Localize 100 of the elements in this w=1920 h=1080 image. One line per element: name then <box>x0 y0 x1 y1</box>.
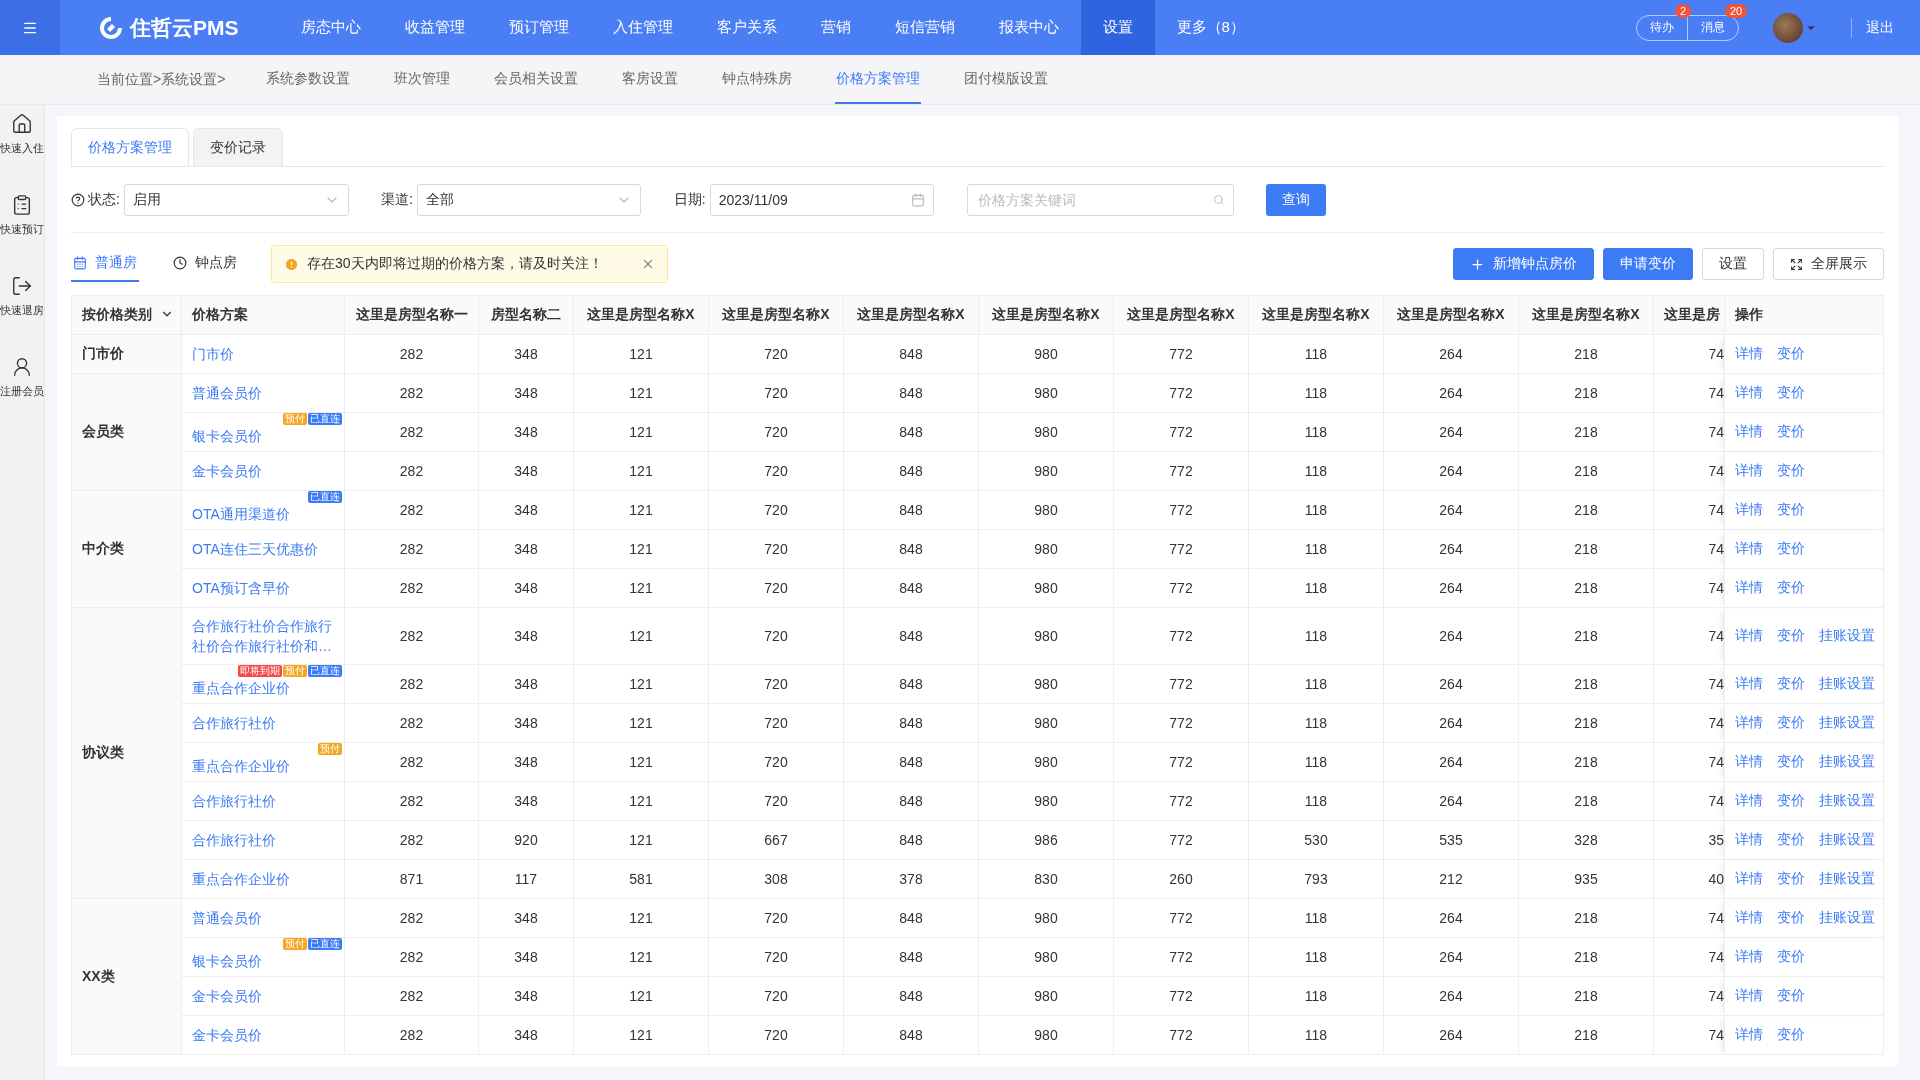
page-tab[interactable]: 变价记录 <box>193 128 283 166</box>
action-button[interactable]: 全屏展示 <box>1773 248 1884 280</box>
sidebar-item[interactable]: 快速预订 <box>0 194 44 237</box>
nav-item[interactable]: 收益管理 <box>382 0 487 55</box>
plan-link[interactable]: OTA通用渠道价 <box>192 504 290 524</box>
action-link[interactable]: 详情 <box>1735 462 1763 478</box>
price-cell: 720 <box>708 1015 844 1055</box>
subnav-tab[interactable]: 价格方案管理 <box>835 55 922 104</box>
subnav-tab[interactable]: 系统参数设置 <box>265 55 352 104</box>
action-button[interactable]: 申请变价 <box>1603 248 1693 280</box>
price-cell: 980 <box>978 781 1114 821</box>
action-link[interactable]: 详情 <box>1735 870 1763 886</box>
action-button[interactable]: 设置 <box>1702 248 1764 280</box>
nav-item[interactable]: 预订管理 <box>486 0 591 55</box>
action-link[interactable]: 变价 <box>1777 870 1805 886</box>
action-link[interactable]: 变价 <box>1777 540 1805 556</box>
action-link[interactable]: 变价 <box>1777 831 1805 847</box>
action-link[interactable]: 详情 <box>1735 948 1763 964</box>
action-link[interactable]: 变价 <box>1777 579 1805 595</box>
action-link[interactable]: 变价 <box>1777 714 1805 730</box>
action-link[interactable]: 详情 <box>1735 792 1763 808</box>
action-link[interactable]: 详情 <box>1735 1026 1763 1042</box>
nav-item[interactable]: 入住管理 <box>590 0 695 55</box>
action-link[interactable]: 详情 <box>1735 423 1763 439</box>
room-tab[interactable]: 普通房 <box>71 246 139 282</box>
action-link[interactable]: 详情 <box>1735 384 1763 400</box>
action-link[interactable]: 详情 <box>1735 579 1763 595</box>
plan-link[interactable]: 重点合作企业价 <box>192 756 290 776</box>
action-link[interactable]: 变价 <box>1777 1026 1805 1042</box>
nav-item[interactable]: 房态中心 <box>278 0 383 55</box>
column-header: 这里是房型名称X <box>1383 295 1519 335</box>
action-link[interactable]: 变价 <box>1777 792 1805 808</box>
action-link[interactable]: 详情 <box>1735 714 1763 730</box>
price-cell: 218 <box>1518 664 1654 704</box>
plan-link[interactable]: 门市价 <box>192 344 234 364</box>
action-link[interactable]: 详情 <box>1735 501 1763 517</box>
page-tab[interactable]: 价格方案管理 <box>71 128 189 166</box>
user-icon <box>11 356 33 378</box>
nav-item[interactable]: 营销 <box>798 0 873 55</box>
price-cell: 35 <box>1653 820 1725 860</box>
nav-item[interactable]: 更多（8） <box>1154 0 1267 55</box>
action-link[interactable]: 挂账设置 <box>1819 714 1875 730</box>
search-field[interactable]: 价格方案关键词 <box>966 183 1234 216</box>
plan-link[interactable]: 银卡会员价 <box>192 951 262 971</box>
action-link[interactable]: 挂账设置 <box>1819 675 1875 691</box>
nav-item[interactable]: 设置 <box>1080 0 1155 55</box>
price-cell: 772 <box>1113 820 1249 860</box>
action-link[interactable]: 挂账设置 <box>1819 909 1875 925</box>
price-cell: 848 <box>843 607 979 665</box>
action-button[interactable]: 新增钟点房价 <box>1453 248 1594 280</box>
action-link[interactable]: 变价 <box>1777 909 1805 925</box>
query-button[interactable]: 查询 <box>1265 183 1326 216</box>
date-field[interactable]: 2023/11/09 <box>709 183 934 216</box>
action-link[interactable]: 详情 <box>1735 753 1763 769</box>
sidebar-item[interactable]: 快速退房 <box>0 275 44 318</box>
nav-item[interactable]: 客户关系 <box>694 0 799 55</box>
price-cell: 74 <box>1653 742 1725 782</box>
price-cell: 74 <box>1653 664 1725 704</box>
subnav-tab[interactable]: 钟点特殊房 <box>721 55 794 104</box>
action-link[interactable]: 详情 <box>1735 675 1763 691</box>
action-link[interactable]: 详情 <box>1735 627 1763 643</box>
status-select[interactable]: 启用 <box>123 183 349 216</box>
room-tab[interactable]: 钟点房 <box>171 246 239 282</box>
action-link[interactable]: 变价 <box>1777 462 1805 478</box>
nav-item[interactable]: 短信营销 <box>872 0 977 55</box>
action-link[interactable]: 变价 <box>1777 345 1805 361</box>
action-link[interactable]: 变价 <box>1777 384 1805 400</box>
plan-link[interactable]: 银卡会员价 <box>192 426 262 446</box>
logout-button[interactable]: 退出 <box>1851 17 1900 38</box>
sidebar-item[interactable]: 注册会员 <box>0 356 44 399</box>
action-link[interactable]: 变价 <box>1777 987 1805 1003</box>
plan-link[interactable]: 重点合作企业价 <box>192 678 290 698</box>
action-link[interactable]: 挂账设置 <box>1819 870 1875 886</box>
action-link[interactable]: 详情 <box>1735 345 1763 361</box>
subnav-tab[interactable]: 班次管理 <box>393 55 452 104</box>
action-link[interactable]: 变价 <box>1777 423 1805 439</box>
subnav-tab[interactable]: 团付模版设置 <box>963 55 1050 104</box>
subnav-tab[interactable]: 客房设置 <box>621 55 680 104</box>
action-link[interactable]: 挂账设置 <box>1819 792 1875 808</box>
action-link[interactable]: 挂账设置 <box>1819 753 1875 769</box>
action-link[interactable]: 详情 <box>1735 987 1763 1003</box>
channel-label: 渠道: <box>380 190 413 209</box>
action-link[interactable]: 变价 <box>1777 948 1805 964</box>
todo-button[interactable]: 待办 <box>1637 15 1687 40</box>
action-link[interactable]: 挂账设置 <box>1819 627 1875 643</box>
action-link[interactable]: 变价 <box>1777 501 1805 517</box>
sidebar-item[interactable]: 快速入住 <box>0 113 44 156</box>
action-link[interactable]: 详情 <box>1735 909 1763 925</box>
subnav-tab[interactable]: 会员相关设置 <box>493 55 580 104</box>
nav-item[interactable]: 报表中心 <box>976 0 1081 55</box>
avatar[interactable] <box>1773 12 1817 43</box>
action-link[interactable]: 变价 <box>1777 627 1805 643</box>
column-header[interactable]: 按价格类别 <box>71 295 182 335</box>
action-link[interactable]: 挂账设置 <box>1819 831 1875 847</box>
action-link[interactable]: 变价 <box>1777 753 1805 769</box>
channel-select[interactable]: 全部 <box>416 183 641 216</box>
action-link[interactable]: 变价 <box>1777 675 1805 691</box>
price-cell: 264 <box>1383 664 1519 704</box>
action-link[interactable]: 详情 <box>1735 540 1763 556</box>
action-link[interactable]: 详情 <box>1735 831 1763 847</box>
